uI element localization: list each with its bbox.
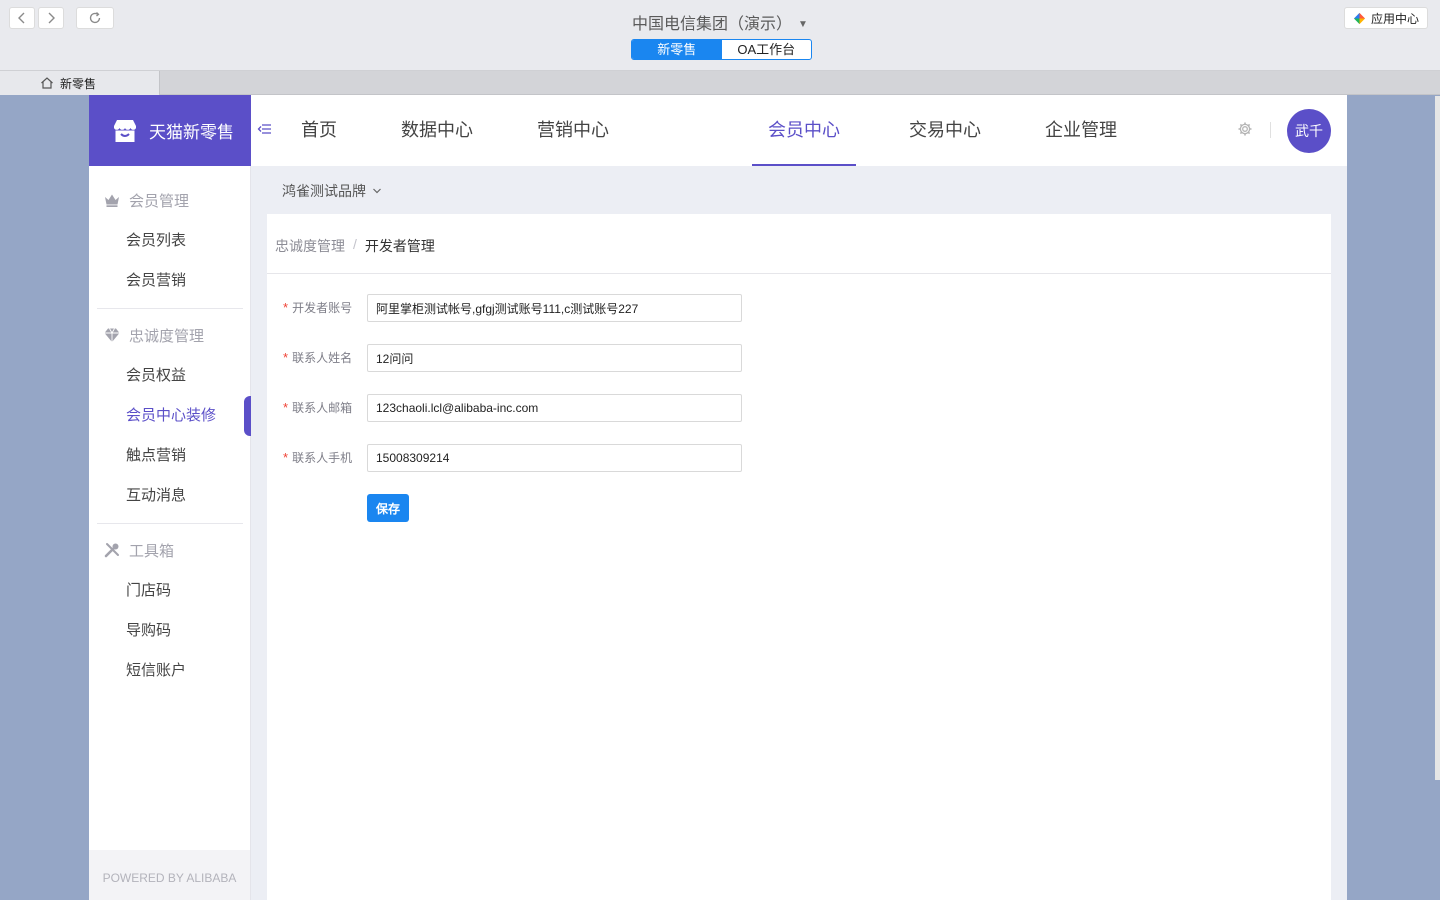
tools-icon [104, 543, 119, 558]
breadcrumb-separator: / [353, 236, 357, 252]
org-switcher[interactable]: 中国电信集团（演示） ▼ [0, 10, 1440, 34]
breadcrumb-loyalty-management[interactable]: 忠诚度管理 [275, 236, 345, 256]
nav-marketing-center[interactable]: 营销中心 [531, 95, 615, 166]
brand-selector-label: 鸿雀测试品牌 [282, 183, 366, 199]
sidebar-group-loyalty-management[interactable]: 忠诚度管理 [103, 325, 204, 345]
top-navigation: 首页 数据中心 营销中心 会员中心 交易中心 企业管理 武千 [251, 95, 1347, 166]
nav-trade-center[interactable]: 交易中心 [903, 95, 987, 166]
nav-home[interactable]: 首页 [295, 95, 343, 166]
page-scrollbar[interactable] [1435, 96, 1440, 780]
brand-name: 天猫新零售 [149, 123, 234, 142]
sidebar-item-touchpoint-marketing[interactable]: 触点营销 [126, 446, 186, 466]
nav-enterprise-management[interactable]: 企业管理 [1039, 95, 1123, 166]
form-row-contact-email: * 联系人邮箱 [267, 394, 867, 422]
required-star-icon: * [283, 400, 289, 415]
contact-phone-label: * 联系人手机 [283, 450, 353, 465]
menu-collapse-icon[interactable] [257, 121, 273, 137]
sidebar: 会员管理 会员列表 会员营销 忠诚度管理 会员权益 会员中心装修 触点营销 互动… [89, 166, 251, 900]
brand-selector[interactable]: 鸿雀测试品牌 [282, 181, 382, 201]
sidebar-group-member-management[interactable]: 会员管理 [103, 190, 189, 210]
nav-data-center[interactable]: 数据中心 [395, 95, 479, 166]
required-star-icon: * [283, 450, 289, 465]
sidebar-item-guide-code[interactable]: 导购码 [126, 621, 171, 641]
gear-icon[interactable] [1237, 121, 1253, 137]
sidebar-group-label: 工具箱 [129, 542, 175, 560]
page-tab-new-retail[interactable]: 新零售 [0, 71, 160, 95]
powered-by-footer: POWERED BY ALIBABA [89, 850, 250, 900]
breadcrumb-developer-management: 开发者管理 [364, 238, 435, 254]
contact-name-label: * 联系人姓名 [283, 350, 353, 365]
breadcrumb: 忠诚度管理 / 开发者管理 [275, 236, 435, 256]
workspace-segmented-control: 新零售 OA工作台 [631, 39, 812, 60]
required-star-icon: * [283, 350, 289, 365]
sidebar-item-sms-account[interactable]: 短信账户 [126, 661, 186, 681]
sidebar-group-toolbox[interactable]: 工具箱 [103, 540, 174, 560]
sidebar-group-label: 会员管理 [129, 192, 190, 210]
developer-account-input[interactable] [367, 294, 742, 322]
contact-name-input[interactable] [367, 344, 742, 372]
page-tab-bar: 新零售 [0, 71, 1440, 95]
segment-new-retail[interactable]: 新零售 [632, 40, 722, 59]
caret-down-icon: ▼ [798, 19, 808, 31]
active-item-indicator [244, 396, 251, 436]
required-star-icon: * [283, 300, 289, 315]
sidebar-item-member-center-decoration[interactable]: 会员中心装修 [126, 406, 216, 426]
contact-phone-input[interactable] [367, 444, 742, 472]
contact-email-label: * 联系人邮箱 [283, 400, 353, 415]
sidebar-item-store-code[interactable]: 门店码 [126, 581, 171, 601]
form-row-contact-name: * 联系人姓名 [267, 344, 867, 372]
sidebar-item-member-benefits[interactable]: 会员权益 [126, 366, 186, 386]
card-divider [267, 273, 1331, 274]
page-tab-label: 新零售 [60, 76, 97, 91]
sidebar-item-member-list[interactable]: 会员列表 [126, 231, 186, 251]
form-row-developer-account: * 开发者账号 [267, 294, 867, 322]
nav-member-center[interactable]: 会员中心 [752, 95, 856, 166]
window-toolbar: 中国电信集团（演示） ▼ 新零售 OA工作台 应用中心 [0, 0, 1440, 71]
sidebar-group-label: 忠诚度管理 [129, 327, 205, 345]
store-icon [114, 119, 136, 142]
chevron-down-icon [373, 188, 381, 194]
app-center-logo-icon [1353, 12, 1366, 24]
content-card: 忠诚度管理 / 开发者管理 *开发者账号 *联系人姓名 *联系人邮箱 *联系人手… [267, 214, 1331, 900]
sidebar-divider [97, 308, 243, 309]
avatar[interactable]: 武千 [1287, 109, 1331, 153]
form-row-contact-phone: * 联系人手机 [267, 444, 867, 472]
org-title: 中国电信集团（演示） [632, 16, 793, 33]
app-center-label: 应用中心 [1370, 11, 1419, 26]
developer-account-label: * 开发者账号 [283, 300, 353, 315]
app-center-button[interactable]: 应用中心 [1343, 7, 1428, 29]
save-button[interactable]: 保存 [367, 494, 409, 522]
home-icon [41, 77, 53, 89]
sidebar-item-interactive-messages[interactable]: 互动消息 [126, 486, 186, 506]
brand-logo[interactable]: 天猫新零售 [89, 95, 251, 166]
contact-email-input[interactable] [367, 394, 742, 422]
sidebar-item-member-marketing[interactable]: 会员营销 [126, 271, 186, 291]
crown-icon [105, 194, 119, 207]
toolbar-divider [1270, 122, 1271, 138]
app-container: 天猫新零售 首页 数据中心 营销中心 会员中心 交易中心 企业管理 武千 会员管… [89, 95, 1347, 900]
diamond-icon [104, 328, 120, 342]
segment-oa-workbench[interactable]: OA工作台 [722, 40, 812, 59]
sidebar-divider [97, 523, 243, 524]
